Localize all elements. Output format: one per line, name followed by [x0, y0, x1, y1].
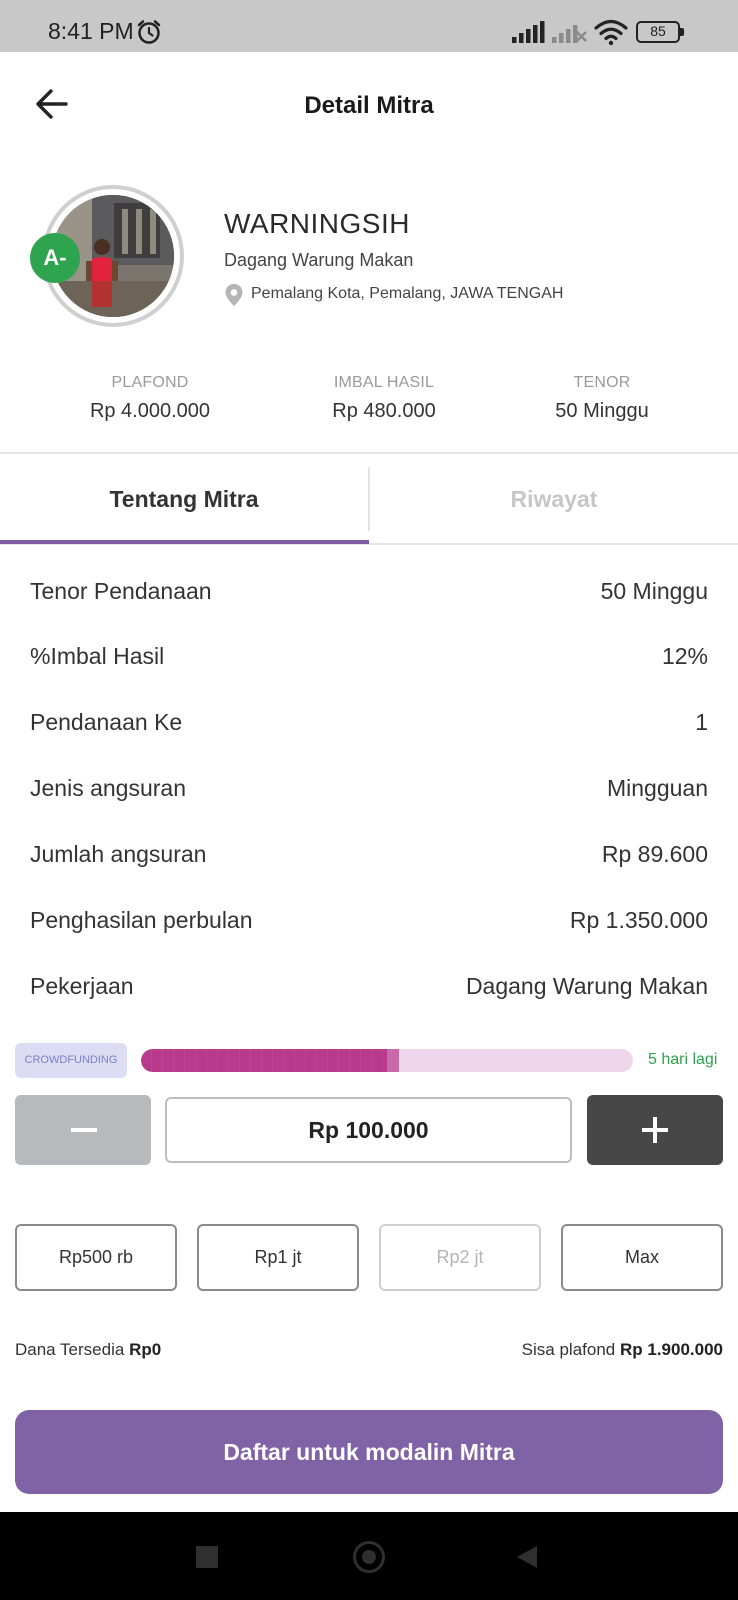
- detail-label: Jenis angsuran: [30, 775, 186, 801]
- mitra-occupation: Dagang Warung Makan: [224, 250, 414, 270]
- cell-signal-icon: [512, 21, 545, 43]
- detail-label: Pekerjaan: [30, 973, 134, 999]
- available-funds: Dana Tersedia Rp0: [15, 1340, 161, 1360]
- summary-value: Rp 480.000: [332, 400, 436, 422]
- detail-value: 1: [695, 709, 708, 735]
- detail-row-penghasilan: Penghasilan perbulan Rp 1.350.000: [30, 907, 708, 943]
- summary-label: TENOR: [573, 374, 631, 391]
- page-title: Detail Mitra: [304, 92, 434, 119]
- quick-amount-1jt-button[interactable]: Rp1 jt: [197, 1224, 359, 1291]
- remaining-plafond-label: Sisa plafond: [521, 1340, 616, 1359]
- detail-value: 12%: [661, 643, 708, 669]
- detail-row-jumlah-angsuran: Jumlah angsuran Rp 89.600: [30, 841, 708, 877]
- mitra-name: WARNINGSIH: [224, 208, 410, 239]
- battery-indicator: 85: [636, 21, 684, 43]
- map-pin-icon: [225, 284, 243, 306]
- back-triangle-icon[interactable]: [516, 1545, 538, 1569]
- recent-apps-icon[interactable]: [196, 1546, 218, 1568]
- detail-value: Rp 89.600: [601, 841, 708, 867]
- detail-value: 50 Minggu: [600, 578, 708, 604]
- detail-value: Dagang Warung Makan: [465, 973, 708, 999]
- funding-progress-fill: [141, 1049, 387, 1072]
- remaining-plafond-value: Rp 1.900.000: [619, 1340, 723, 1359]
- divider: [0, 452, 738, 454]
- status-time: 8:41 PM: [48, 18, 134, 44]
- home-icon[interactable]: [353, 1541, 385, 1573]
- register-fund-mitra-button[interactable]: Daftar untuk modalin Mitra: [15, 1410, 723, 1494]
- summary-value: 50 Minggu: [555, 400, 649, 422]
- summary-label: IMBAL HASIL: [333, 374, 435, 391]
- summary-tenor: TENOR 50 Minggu: [512, 374, 692, 423]
- status-bar: 8:41 PM 85: [0, 0, 738, 52]
- remaining-plafond: Sisa plafond Rp 1.900.000: [522, 1340, 723, 1360]
- available-funds-label: Dana Tersedia: [15, 1340, 125, 1359]
- quick-amount-2jt-button[interactable]: Rp2 jt: [379, 1224, 541, 1291]
- minus-icon: [71, 1128, 97, 1132]
- quick-amount-max-button[interactable]: Max: [561, 1224, 723, 1291]
- detail-value: Rp 1.350.000: [569, 907, 708, 933]
- quick-amount-500rb-button[interactable]: Rp500 rb: [15, 1224, 177, 1291]
- summary-value: Rp 4.000.000: [89, 400, 211, 422]
- detail-row-imbal-hasil: %Imbal Hasil 12%: [30, 643, 708, 679]
- detail-label: %Imbal Hasil: [30, 643, 165, 669]
- available-funds-value: Rp0: [129, 1340, 162, 1359]
- summary-label: PLAFOND: [111, 374, 189, 391]
- tab-riwayat[interactable]: Riwayat: [370, 456, 738, 542]
- crowdfunding-badge: CROWDFUNDING: [15, 1043, 127, 1078]
- grade-badge: A-: [30, 233, 80, 283]
- loan-summary: PLAFOND Rp 4.000.000 IMBAL HASIL Rp 480.…: [0, 374, 738, 434]
- detail-row-pekerjaan: Pekerjaan Dagang Warung Makan: [30, 973, 708, 1009]
- detail-value: Mingguan: [606, 775, 708, 801]
- decrease-amount-button[interactable]: [15, 1095, 151, 1165]
- battery-level: 85: [636, 21, 680, 43]
- cell-signal-no-service-icon: [552, 25, 587, 43]
- wifi-icon: [594, 19, 628, 46]
- detail-row-jenis-angsuran: Jenis angsuran Mingguan: [30, 775, 708, 811]
- detail-label: Pendanaan Ke: [30, 709, 183, 735]
- days-left-label: 5 hari lagi: [648, 1051, 718, 1068]
- mitra-location: Pemalang Kota, Pemalang, JAWA TENGAH: [251, 285, 564, 302]
- detail-label: Jumlah angsuran: [30, 841, 207, 867]
- system-navigation-bar: [0, 1512, 738, 1600]
- detail-row-tenor: Tenor Pendanaan 50 Minggu: [30, 578, 708, 614]
- detail-label: Tenor Pendanaan: [30, 578, 212, 604]
- detail-row-pendanaan-ke: Pendanaan Ke 1: [30, 709, 708, 745]
- tab-tentang-mitra[interactable]: Tentang Mitra: [0, 456, 368, 542]
- increase-amount-button[interactable]: [587, 1095, 723, 1165]
- summary-imbal-hasil: IMBAL HASIL Rp 480.000: [294, 374, 474, 423]
- summary-plafond: PLAFOND Rp 4.000.000: [60, 374, 240, 423]
- funding-progress-edge: [387, 1049, 399, 1072]
- funding-progress-bar: [141, 1049, 633, 1072]
- detail-label: Penghasilan perbulan: [30, 907, 253, 933]
- active-tab-indicator: [0, 540, 369, 544]
- amount-input[interactable]: Rp 100.000: [165, 1097, 572, 1163]
- alarm-clock-icon: [137, 20, 161, 44]
